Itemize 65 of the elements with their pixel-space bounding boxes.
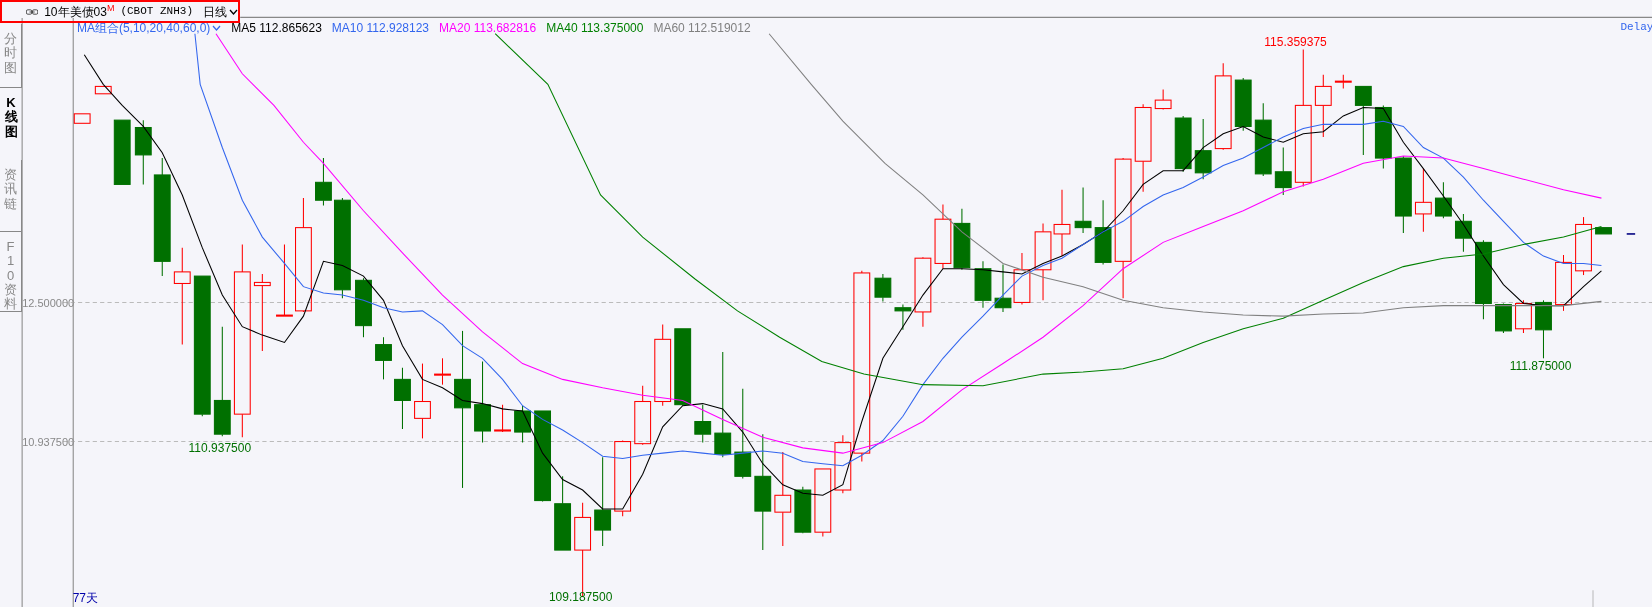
candlestick	[814, 468, 832, 537]
candlestick	[1013, 252, 1031, 306]
candlestick	[1154, 89, 1172, 111]
candlestick	[1234, 77, 1252, 132]
candlestick	[694, 404, 712, 444]
candlestick	[1334, 74, 1352, 90]
candlestick	[1374, 104, 1392, 170]
price-annotation: 110.937500	[188, 441, 252, 456]
candlestick	[514, 405, 531, 444]
candlestick	[434, 357, 451, 386]
instrument-title: 10年美债03$^{M}$	[44, 2, 115, 21]
candlestick	[1354, 85, 1372, 156]
day-count: 77天	[72, 591, 99, 606]
candlestick	[94, 85, 112, 95]
candlestick	[994, 264, 1012, 313]
side-tab[interactable]: K线图	[0, 88, 22, 160]
candlestick	[1595, 227, 1612, 235]
candlestick	[974, 260, 992, 309]
candlestick	[375, 336, 392, 380]
candlestick	[1495, 302, 1512, 334]
period-dropdown[interactable]: 日线	[203, 2, 238, 21]
candlestick	[1515, 299, 1532, 334]
price-annotation: 111.875000	[1509, 359, 1572, 374]
moving-average-value: MA5 112.865623	[231, 19, 322, 37]
price-annotation: 115.359375	[1264, 34, 1327, 49]
candlestick	[894, 304, 912, 331]
candlestick	[1314, 74, 1332, 138]
candlestick	[794, 486, 812, 534]
candlestick	[394, 367, 411, 430]
candlestick	[1094, 199, 1112, 266]
candlestick	[1053, 189, 1071, 257]
candlestick	[1455, 213, 1472, 253]
candlestick	[1535, 299, 1552, 359]
side-tab[interactable]: 资讯链	[0, 160, 22, 232]
candlestick	[1074, 187, 1092, 234]
moving-average-value: MA20 113.682816	[439, 19, 537, 37]
candlestick	[1194, 118, 1212, 180]
instrument-code: (CBOT ZNH3)	[120, 4, 193, 20]
candlestick	[1575, 216, 1592, 276]
candlestick	[1174, 115, 1192, 173]
candlestick	[914, 256, 932, 328]
candlestick	[315, 157, 332, 206]
side-tab[interactable]: 分时图	[0, 24, 22, 88]
link-icon	[26, 7, 39, 16]
indicator-dropdown[interactable]: MA组合(5,10,20,40,60,0)	[76, 18, 222, 37]
candlestick	[494, 404, 511, 433]
price-label: 12.500000	[22, 296, 75, 311]
candlestick	[1274, 147, 1292, 196]
candlestick	[355, 277, 372, 338]
candlestick	[113, 119, 131, 185]
candlestick	[1414, 168, 1432, 233]
candlestick	[874, 273, 892, 302]
candlestick	[1434, 181, 1452, 219]
candlestick	[1555, 254, 1572, 312]
candlestick	[73, 113, 91, 124]
candlestick	[634, 385, 652, 446]
moving-average-value: MA10 112.928123	[331, 19, 430, 37]
price-annotation: 109.187500	[548, 590, 613, 604]
price-label: 10.937500	[22, 435, 75, 451]
price-marker	[1625, 233, 1636, 235]
side-tab[interactable]: F10资料	[0, 232, 22, 312]
candlestick	[934, 203, 952, 270]
candlestick	[953, 208, 971, 271]
moving-average-value: MA40 113.375000	[546, 19, 644, 37]
moving-average-value: MA60 112.519012	[653, 19, 751, 37]
